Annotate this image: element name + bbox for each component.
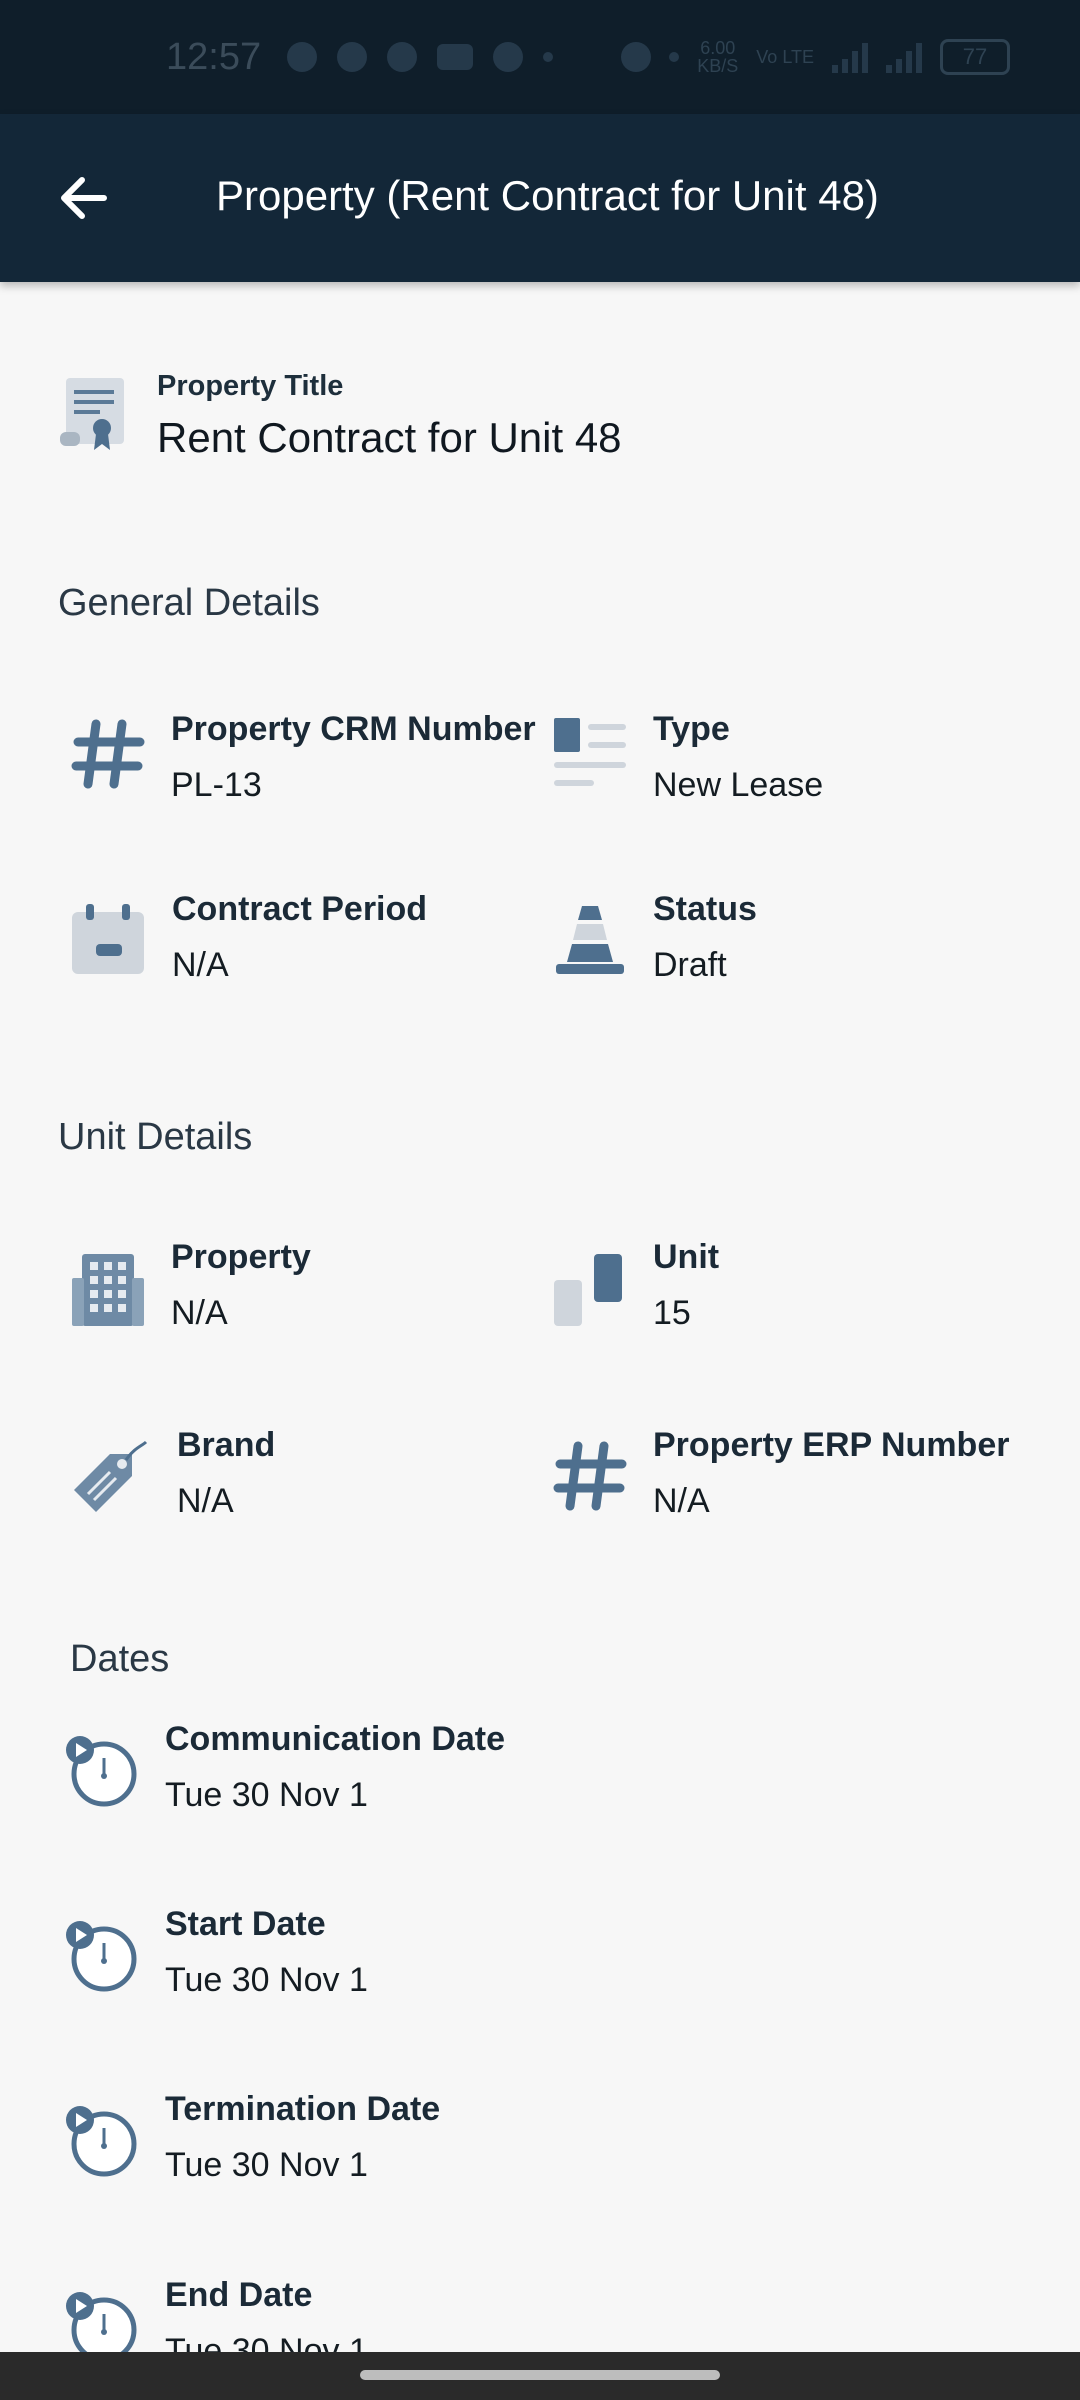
status-bar: 12:57 6.00 KB/S Vo LTE 77 [0, 0, 1080, 114]
hash-icon [71, 719, 145, 789]
notification-icons [287, 42, 621, 72]
clock-play-icon [66, 1736, 137, 1807]
unit-label: Unit [653, 1238, 720, 1276]
home-gesture-handle[interactable] [360, 2370, 720, 2380]
type-label: Type [653, 710, 730, 748]
end-date-value: Tue 30 Nov 1 [165, 2332, 368, 2352]
clock-play-icon [66, 2106, 137, 2177]
start-date-value: Tue 30 Nov 1 [165, 1961, 368, 1999]
alarm-icon [621, 42, 652, 72]
building-icon [72, 1254, 144, 1326]
erp-number-value: N/A [653, 1482, 710, 1520]
article-icon [554, 718, 626, 786]
type-value: New Lease [653, 766, 824, 804]
termination-date-value: Tue 30 Nov 1 [165, 2146, 368, 2184]
signal-4g-icon [832, 41, 868, 73]
clock-play-icon [66, 1921, 137, 1992]
status-label: Status [653, 890, 757, 928]
property-title-value: Rent Contract for Unit 48 [157, 414, 622, 461]
crm-number-label: Property CRM Number [171, 710, 536, 748]
unit-value: 15 [653, 1294, 691, 1332]
signal-icon [886, 41, 922, 73]
hash-icon [553, 1441, 627, 1511]
status-value: Draft [653, 946, 727, 984]
section-general-details: General Details [58, 582, 320, 624]
back-button[interactable] [52, 166, 116, 230]
arrow-left-icon [61, 177, 107, 219]
whatsapp-icon [287, 42, 318, 72]
traffic-cone-icon [556, 906, 624, 974]
brand-label: Brand [177, 1426, 276, 1464]
contract-period-value: N/A [172, 946, 229, 984]
pinterest-icon [493, 42, 524, 72]
calendar-icon [72, 904, 144, 974]
communication-date-value: Tue 30 Nov 1 [165, 1776, 368, 1814]
volte-label: Vo LTE [756, 47, 814, 67]
tag-icon [74, 1440, 148, 1512]
property-label: Property [171, 1238, 311, 1276]
erp-number-label: Property ERP Number [653, 1426, 1010, 1464]
more-dot-icon [543, 52, 554, 62]
termination-date-label: Termination Date [165, 2090, 441, 2128]
property-title-label: Property Title [157, 370, 344, 402]
net-speed: 6.00 KB/S [697, 39, 738, 75]
system-icons: 6.00 KB/S Vo LTE 77 [621, 39, 1010, 75]
status-time: 12:57 [166, 35, 262, 78]
bluetooth-icon [669, 52, 680, 62]
section-dates: Dates [70, 1638, 170, 1680]
messenger-icon [387, 42, 418, 72]
property-details: Property Title Rent Contract for Unit 48… [0, 282, 1080, 2352]
end-date-label: End Date [165, 2276, 313, 2314]
start-date-label: Start Date [165, 1905, 326, 1943]
property-value: N/A [171, 1294, 228, 1332]
page-title: Property (Rent Contract for Unit 48) [216, 172, 879, 219]
net-speed-unit: KB/S [697, 56, 739, 76]
section-unit-details: Unit Details [58, 1116, 253, 1158]
communication-date-label: Communication Date [165, 1720, 506, 1758]
battery-icon: 77 [940, 39, 1010, 75]
system-nav-bar [0, 2352, 1080, 2400]
brand-value: N/A [177, 1482, 234, 1520]
crm-number-value: PL-13 [171, 766, 262, 804]
youtube-icon [437, 44, 474, 70]
certificate-scroll-icon [56, 376, 132, 461]
telegram-icon [337, 42, 368, 72]
contract-period-label: Contract Period [172, 890, 428, 928]
net-speed-value: 6.00 [700, 38, 736, 58]
clock-play-icon [66, 2292, 137, 2352]
unit-blocks-icon [554, 1254, 622, 1326]
app-bar: Property (Rent Contract for Unit 48) [0, 114, 1080, 282]
